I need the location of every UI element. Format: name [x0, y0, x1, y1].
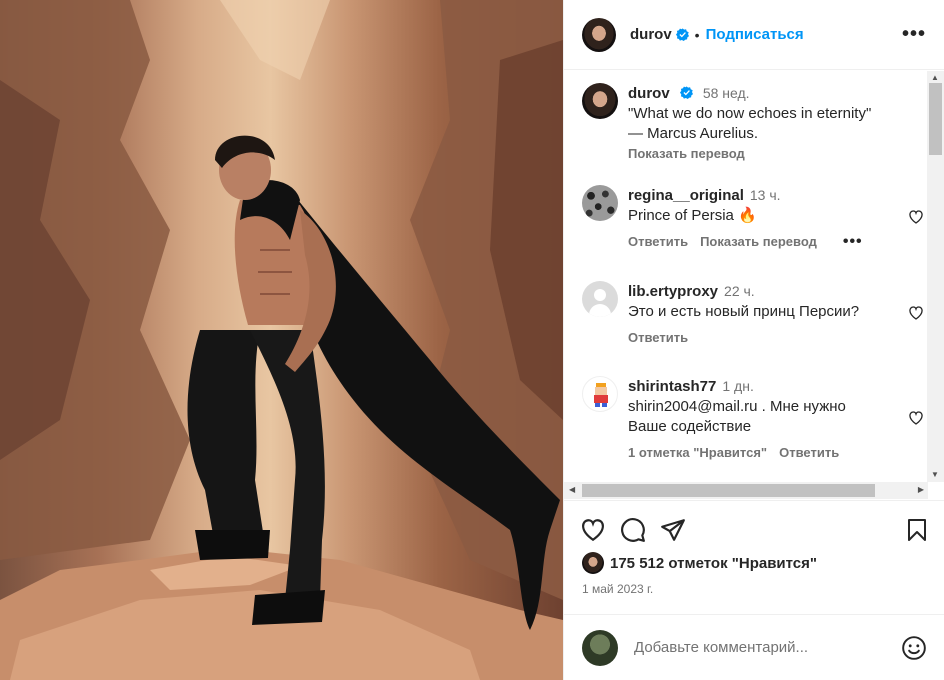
- commenter-avatar[interactable]: [582, 376, 618, 412]
- share-icon[interactable]: [660, 517, 686, 543]
- save-icon[interactable]: [905, 517, 929, 543]
- current-user-avatar: [582, 629, 618, 666]
- commenter-username[interactable]: lib.ertyproxy: [628, 283, 718, 300]
- comment-more-icon[interactable]: •••: [843, 232, 863, 252]
- comment-time[interactable]: 13 ч.: [750, 187, 781, 203]
- post-actions: [564, 500, 944, 559]
- comment-actions: Ответить Показать перевод •••: [628, 232, 888, 252]
- author-username[interactable]: durov: [630, 26, 672, 43]
- comment-text: Это и есть новый принц Персии?: [628, 303, 860, 320]
- like-comment-heart-icon[interactable]: [908, 410, 924, 426]
- scroll-down-arrow-icon[interactable]: ▼: [931, 470, 939, 479]
- add-comment-bar: [564, 614, 944, 680]
- author-avatar[interactable]: [582, 17, 616, 52]
- caption-time[interactable]: 58 нед.: [703, 85, 750, 101]
- separator-dot: •: [694, 26, 700, 43]
- comment-time[interactable]: 1 дн.: [722, 378, 753, 394]
- comment-text-line2: Ваше содействие: [628, 418, 752, 435]
- comments-vertical-scrollbar[interactable]: ▲ ▼: [927, 71, 944, 482]
- comment-likes-count[interactable]: 1 отметка "Нравится": [628, 443, 767, 463]
- commenter-username[interactable]: regina__original: [628, 187, 744, 204]
- commenter-avatar[interactable]: [582, 281, 618, 317]
- scroll-up-arrow-icon[interactable]: ▲: [931, 73, 939, 82]
- show-translation-button[interactable]: Показать перевод: [628, 144, 745, 164]
- liker-avatar: [582, 552, 604, 574]
- commenter-avatar[interactable]: [582, 185, 618, 221]
- comments-list: durov 58 нед. "What we do now echoes in …: [564, 71, 928, 481]
- heart-icon[interactable]: [580, 517, 606, 543]
- scroll-left-arrow-icon[interactable]: ◀: [569, 485, 575, 494]
- comments-horizontal-scrollbar[interactable]: ◀ ▶: [564, 482, 928, 499]
- comment-text-line1: shirin2004@mail.ru . Мне нужно: [628, 398, 846, 415]
- reply-button[interactable]: Ответить: [779, 443, 839, 463]
- pixel-avatar-icon: [594, 383, 608, 407]
- like-comment-heart-icon[interactable]: [908, 209, 924, 225]
- more-icon[interactable]: •••: [902, 23, 926, 46]
- action-icons: [564, 501, 944, 559]
- scrollbar-thumb[interactable]: [929, 83, 942, 155]
- show-translation-button[interactable]: Показать перевод: [700, 232, 817, 252]
- smile-icon[interactable]: [901, 635, 927, 661]
- verified-icon: [675, 28, 689, 41]
- post-sidebar: durov • Подписаться ••• durov 58 нед. "W…: [563, 0, 944, 680]
- caption-text-line1: "What we do now echoes in eternity": [628, 105, 872, 122]
- comment-actions: 1 отметка "Нравится" Ответить: [628, 443, 888, 463]
- post-photo[interactable]: [0, 0, 563, 680]
- comment-icon[interactable]: [620, 517, 646, 543]
- comment-time[interactable]: 22 ч.: [724, 283, 755, 299]
- likes-count[interactable]: 175 512 отметок "Нравится": [610, 555, 817, 572]
- scroll-right-arrow-icon[interactable]: ▶: [918, 485, 924, 494]
- post-date[interactable]: 1 май 2023 г.: [582, 582, 653, 596]
- verified-icon: [679, 86, 693, 99]
- reply-button[interactable]: Ответить: [628, 328, 688, 348]
- post-header: durov • Подписаться •••: [564, 0, 944, 70]
- like-comment-heart-icon[interactable]: [908, 305, 924, 321]
- comment-text: Prince of Persia 🔥: [628, 207, 757, 224]
- commenter-username[interactable]: shirintash77: [628, 378, 716, 395]
- reply-button[interactable]: Ответить: [628, 232, 688, 252]
- caption-username[interactable]: durov: [628, 85, 670, 102]
- scrollbar-thumb[interactable]: [582, 484, 875, 497]
- caption-avatar[interactable]: [582, 83, 618, 119]
- comment-input[interactable]: [634, 639, 884, 656]
- likes-summary[interactable]: 175 512 отметок "Нравится": [582, 552, 817, 574]
- comment-actions: Ответить: [628, 328, 898, 348]
- follow-button[interactable]: Подписаться: [706, 26, 804, 43]
- photo-illustration: [0, 0, 563, 680]
- caption-text-line2: — Marcus Aurelius.: [628, 125, 759, 142]
- caption-actions: Показать перевод: [628, 144, 888, 164]
